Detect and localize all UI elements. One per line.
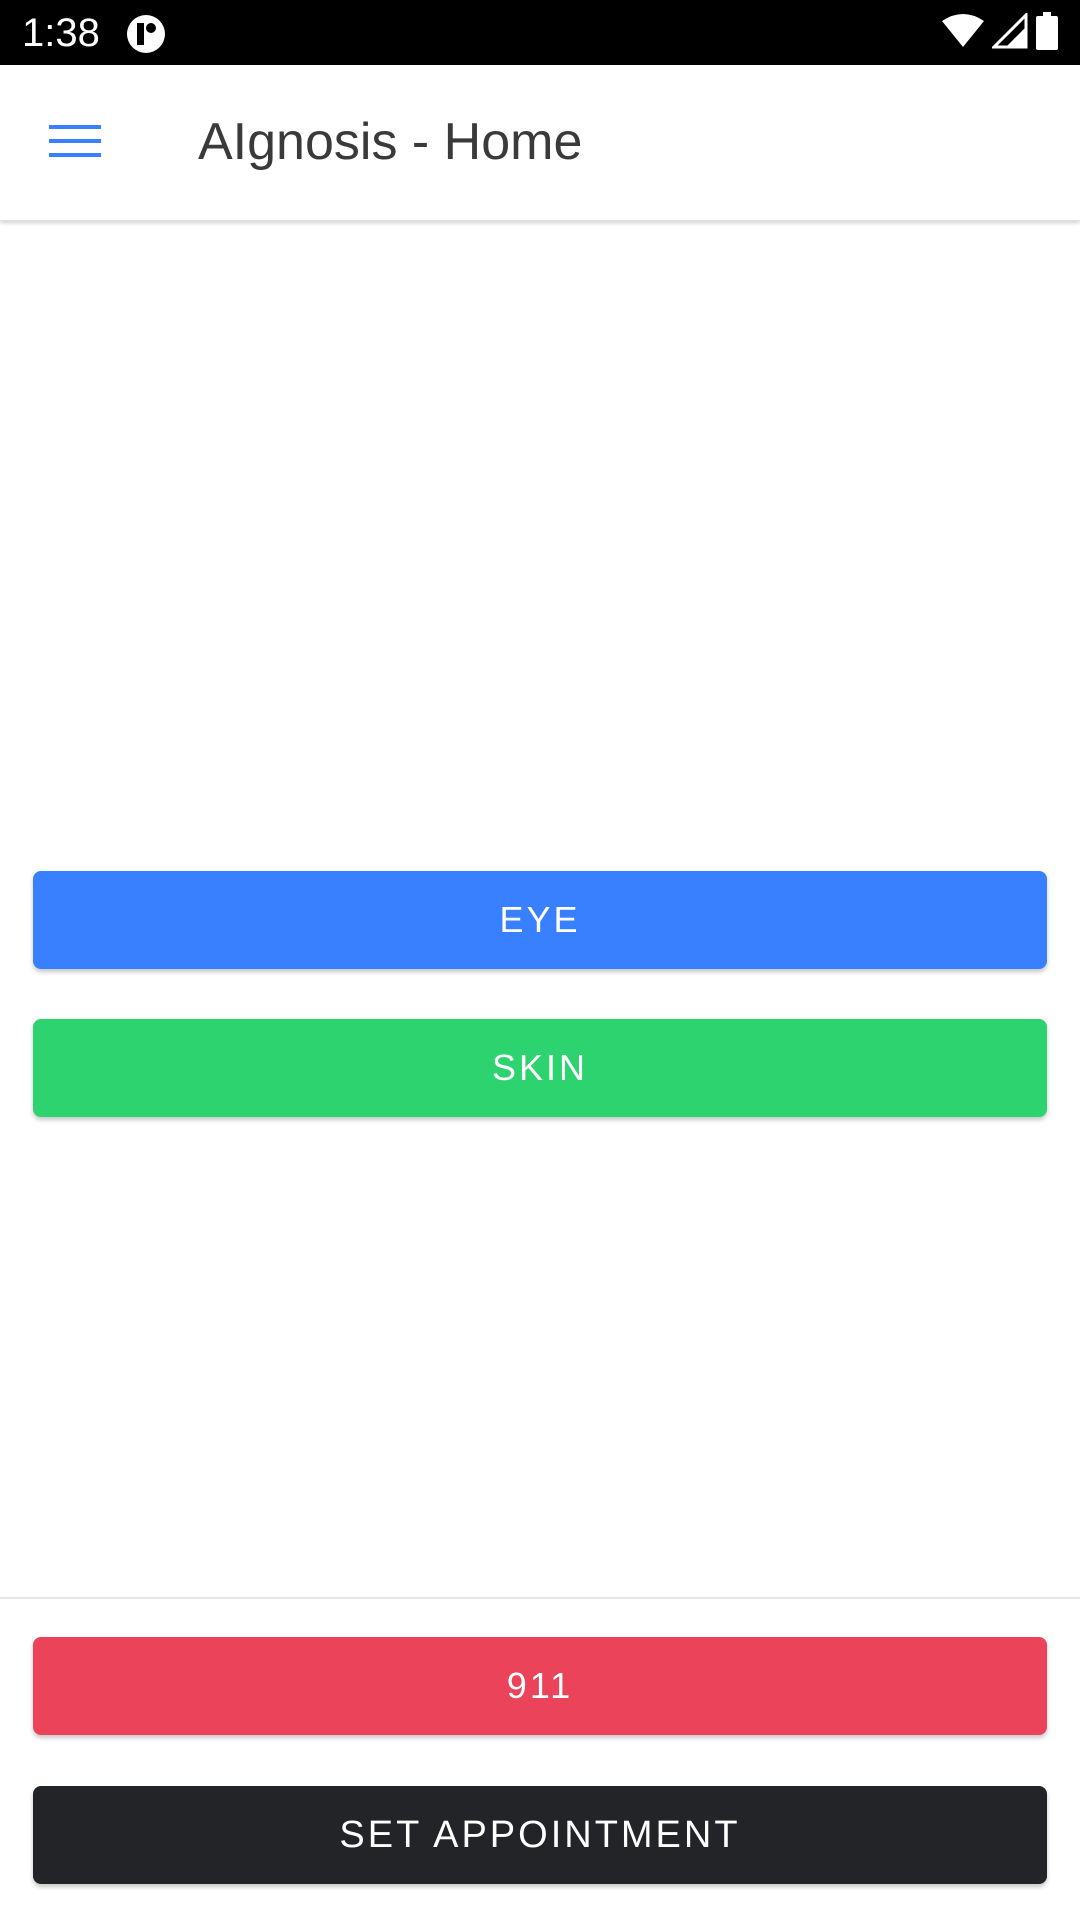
emergency-911-button[interactable]: 911 bbox=[33, 1637, 1047, 1735]
status-icons bbox=[942, 10, 1058, 55]
set-appointment-button[interactable]: SET APPOINTMENT bbox=[33, 1786, 1047, 1884]
status-time: 1:38 bbox=[22, 11, 100, 55]
skin-button[interactable]: SKIN bbox=[33, 1019, 1047, 1117]
menu-icon bbox=[49, 123, 101, 164]
menu-button[interactable] bbox=[40, 114, 110, 172]
app-bar: AIgnosis - Home bbox=[0, 65, 1080, 221]
page-title: AIgnosis - Home bbox=[198, 113, 583, 171]
wifi-icon bbox=[942, 13, 984, 53]
cell-signal-icon bbox=[990, 10, 1028, 54]
battery-icon bbox=[1036, 11, 1058, 55]
status-bar: 1:38 bbox=[0, 0, 1080, 65]
eye-button[interactable]: EYE bbox=[33, 871, 1047, 969]
footer-divider bbox=[0, 1597, 1080, 1599]
app-notification-icon bbox=[126, 14, 166, 54]
screen: 1:38 AIgnosis - Home EYE SKIN 911 SET AP… bbox=[0, 0, 1080, 1920]
